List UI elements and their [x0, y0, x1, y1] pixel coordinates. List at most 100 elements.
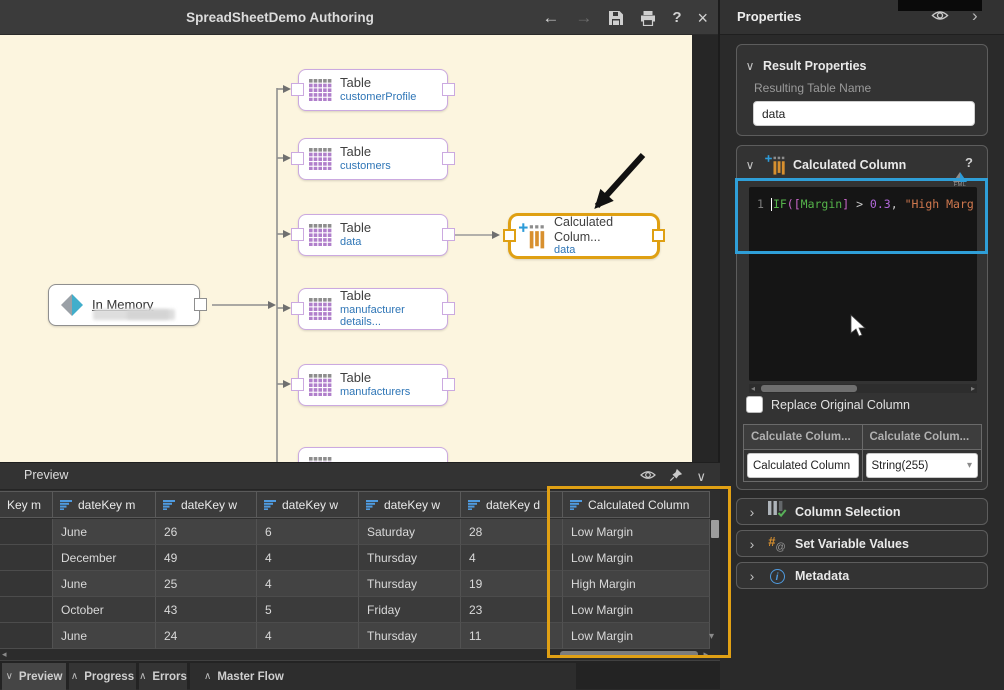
column-header[interactable]: dateKey w	[359, 491, 461, 518]
close-icon[interactable]: ×	[697, 9, 708, 27]
tab-master-flow[interactable]: ∧ Master Flow	[190, 663, 576, 690]
node-sublabel: manufacturer details...	[340, 304, 447, 329]
column-name-input[interactable]	[747, 453, 859, 478]
flow-canvas[interactable]: In Memory TablecustomerProfile Tablecust…	[0, 35, 692, 462]
table-cell: 11	[461, 623, 563, 649]
node-label: Table	[340, 221, 371, 236]
help-icon[interactable]: ?	[672, 10, 681, 25]
node-table-customerprofile[interactable]: TablecustomerProfile	[298, 69, 448, 111]
table-cell	[0, 597, 53, 623]
input-port[interactable]	[291, 152, 304, 165]
node-table-manufacturer-details[interactable]: Tablemanufacturer details...	[298, 288, 448, 330]
result-properties-header[interactable]: ∨ Result Properties	[737, 53, 987, 79]
column-header[interactable]: Calculated Column	[563, 491, 710, 518]
scrollbar-thumb[interactable]	[560, 651, 698, 658]
preview-title: Preview	[24, 468, 68, 482]
node-table-data[interactable]: Tabledata	[298, 214, 448, 256]
fml-toggle-icon[interactable]: FML	[949, 172, 971, 188]
table-cell: Thursday	[359, 623, 461, 649]
formula-code-editor[interactable]: 1IF([Margin] > 0.3, "High Marg	[749, 187, 977, 381]
preview-rows: June266Saturday28Low MarginDecember494Th…	[0, 519, 710, 649]
output-port[interactable]	[442, 228, 455, 241]
input-port[interactable]	[291, 228, 304, 241]
column-settings-grid: Calculate Colum... Calculate Colum... St…	[743, 424, 982, 482]
print-icon[interactable]	[640, 10, 656, 26]
tab-progress[interactable]: ∧ Progress	[69, 663, 136, 690]
section-set-variable-values[interactable]: › #@ Set Variable Values	[736, 530, 988, 557]
table-icon	[309, 79, 332, 101]
horizontal-scrollbar[interactable]: ◂ ▸	[0, 649, 710, 660]
text-caret	[771, 198, 772, 211]
resulting-table-name-input[interactable]	[753, 101, 975, 126]
help-icon[interactable]: ?	[965, 155, 973, 170]
table-cell: October	[53, 597, 156, 623]
table-cell: Low Margin	[563, 545, 710, 571]
output-port[interactable]	[442, 83, 455, 96]
node-in-memory[interactable]: In Memory	[48, 284, 200, 326]
collapse-chevron-icon[interactable]: ∨	[696, 470, 706, 483]
column-header[interactable]: dateKey m	[53, 491, 156, 518]
node-label: Table	[340, 145, 391, 160]
node-table-partial[interactable]: Table	[298, 447, 448, 462]
table-icon	[309, 148, 332, 170]
data-type-dropdown[interactable]: String(255) ▾	[866, 453, 979, 478]
scroll-right-icon[interactable]: ▸	[703, 649, 708, 660]
chevron-down-icon[interactable]: ∨	[737, 158, 763, 172]
save-icon[interactable]	[608, 10, 624, 26]
scroll-down-icon[interactable]: ▾	[709, 631, 714, 642]
column-header-label: Calculated Column	[588, 498, 689, 512]
pin-icon[interactable]	[669, 468, 683, 484]
chevron-right-icon: ›	[737, 568, 767, 584]
output-port[interactable]	[442, 152, 455, 165]
vertical-scrollbar-thumb[interactable]	[711, 520, 719, 538]
tab-errors[interactable]: ∧ Errors	[139, 663, 187, 690]
input-port[interactable]	[291, 378, 304, 391]
section-metadata[interactable]: › i Metadata	[736, 562, 988, 589]
input-port[interactable]	[291, 302, 304, 315]
editor-horizontal-scrollbar[interactable]: ◂ ▸	[749, 384, 977, 393]
table-cell	[0, 623, 53, 649]
node-table-manufacturers[interactable]: Tablemanufacturers	[298, 364, 448, 406]
scroll-left-icon[interactable]: ◂	[2, 649, 7, 660]
column-header[interactable]: dateKey w	[156, 491, 257, 518]
section-column-selection[interactable]: › Column Selection	[736, 498, 988, 525]
table-cell	[0, 571, 53, 597]
output-port[interactable]	[194, 298, 207, 311]
eye-icon[interactable]	[640, 469, 656, 483]
table-cell: December	[53, 545, 156, 571]
code-token: >	[849, 197, 870, 211]
input-port[interactable]	[503, 229, 516, 242]
filter-icon	[60, 500, 72, 510]
code-token: ([	[787, 197, 801, 211]
chevron-down-icon[interactable]: ∨	[737, 59, 763, 73]
preview-panel: Preview ∨ Key mdateKey mdateKey wdateKey…	[0, 462, 720, 660]
table-cell: June	[53, 571, 156, 597]
scroll-right-icon[interactable]: ▸	[971, 384, 975, 393]
output-port[interactable]	[442, 302, 455, 315]
in-memory-icon	[61, 294, 83, 316]
output-port[interactable]	[652, 229, 665, 242]
info-icon: i	[767, 567, 787, 585]
table-cell: Saturday	[359, 519, 461, 545]
replace-original-column-checkbox[interactable]	[746, 396, 763, 413]
result-properties-card: ∨ Result Properties Resulting Table Name	[736, 44, 988, 136]
input-port[interactable]	[291, 83, 304, 96]
column-header-label: dateKey w	[181, 498, 237, 512]
node-calculated-column[interactable]: Calculated Colum...data	[508, 213, 660, 259]
output-port[interactable]	[442, 378, 455, 391]
chevron-up-icon: ∧	[204, 671, 211, 682]
column-header[interactable]: dateKey w	[257, 491, 359, 518]
scroll-left-icon[interactable]: ◂	[751, 384, 755, 393]
column-header[interactable]: dateKey d	[461, 491, 563, 518]
tab-preview[interactable]: ∨ Preview	[2, 663, 66, 690]
node-label: Calculated Colum...	[554, 215, 657, 244]
node-label: Table	[340, 371, 410, 386]
node-table-customers[interactable]: Tablecustomers	[298, 138, 448, 180]
table-cell: Thursday	[359, 545, 461, 571]
column-header[interactable]: Key m	[0, 491, 53, 518]
table-cell: Thursday	[359, 571, 461, 597]
eye-icon[interactable]	[931, 9, 949, 27]
chevron-up-icon: ∧	[139, 671, 146, 682]
scrollbar-thumb[interactable]	[761, 385, 857, 392]
back-icon[interactable]: ←	[542, 9, 559, 26]
